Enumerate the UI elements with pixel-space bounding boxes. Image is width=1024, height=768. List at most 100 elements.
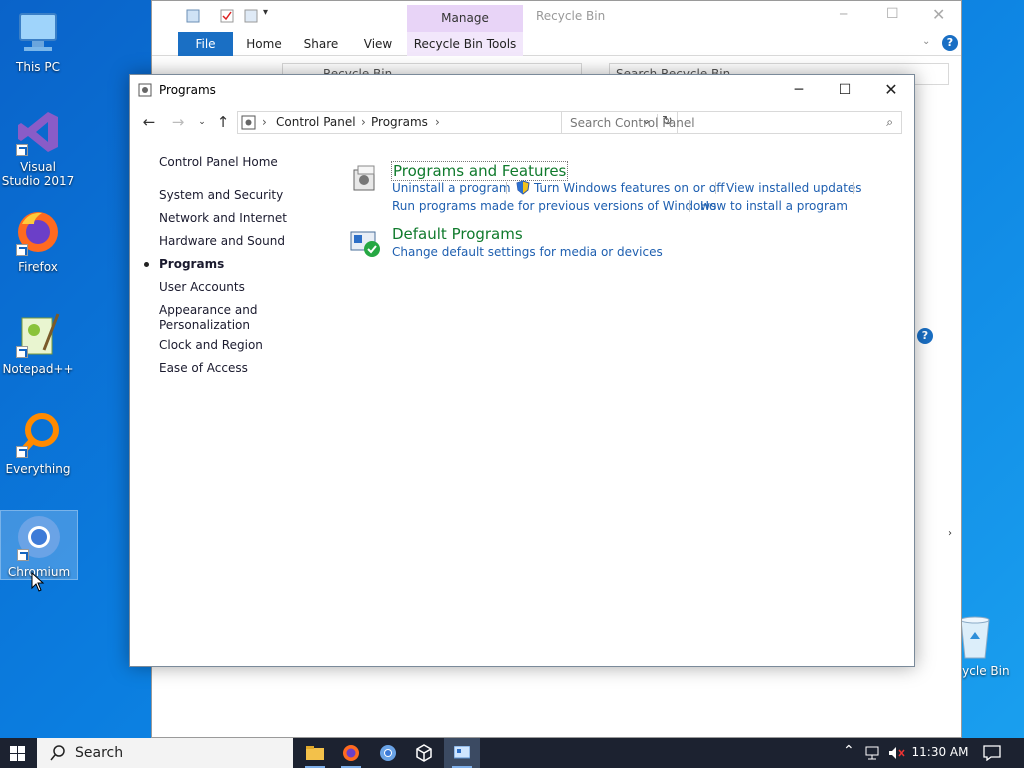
taskbar-chromium[interactable] <box>370 738 406 768</box>
explorer-titlebar: ▾ Recycle Bin Manage ─ ☐ ✕ <box>152 1 961 32</box>
new-folder-icon[interactable] <box>244 9 258 23</box>
nav-system-security[interactable]: System and Security <box>159 188 283 203</box>
nav-control-panel-home[interactable]: Control Panel Home <box>159 155 278 170</box>
link-compatibility[interactable]: Run programs made for previous versions … <box>392 199 716 213</box>
search-icon <box>50 745 65 761</box>
desktop-icon-this-pc[interactable]: This PC <box>0 8 76 74</box>
taskbar-search-box[interactable]: Search <box>37 738 293 768</box>
programs-features-icon <box>353 165 375 191</box>
properties-icon[interactable] <box>220 9 234 23</box>
shortcut-arrow-icon <box>16 446 28 458</box>
maximize-button[interactable]: ☐ <box>822 75 868 105</box>
control-panel-icon <box>454 746 470 759</box>
up-button[interactable]: ↑ <box>212 111 234 133</box>
notifications-icon[interactable] <box>983 745 1001 761</box>
network-icon[interactable] <box>865 746 881 760</box>
link-uninstall-program[interactable]: Uninstall a program <box>392 181 511 195</box>
help-icon[interactable]: ? <box>917 328 933 344</box>
nav-programs[interactable]: Programs <box>159 257 224 272</box>
nav-clock-region[interactable]: Clock and Region <box>159 338 263 353</box>
recent-locations-icon[interactable]: ⌄ <box>191 111 213 133</box>
manage-label: Manage <box>407 5 523 32</box>
window-title: Programs <box>159 83 216 97</box>
search-input[interactable]: Search Control Panel ⌕ <box>561 111 902 134</box>
link-change-defaults[interactable]: Change default settings for media or dev… <box>392 245 663 259</box>
this-pc-icon <box>14 8 62 56</box>
minimize-button[interactable]: ─ <box>776 75 822 105</box>
recycle-bin-icon <box>186 9 200 23</box>
taskbar-search-label: Search <box>75 745 124 761</box>
shortcut-arrow-icon <box>16 346 28 358</box>
nav-appearance[interactable]: Appearance and <box>159 303 257 318</box>
tab-share[interactable]: Share <box>298 32 344 56</box>
desktop-icon-label: This PC <box>16 60 60 74</box>
volume-muted-icon[interactable] <box>888 746 906 760</box>
explorer-title: Recycle Bin <box>536 9 606 23</box>
back-button[interactable]: ← <box>138 111 160 133</box>
taskbar-control-panel[interactable] <box>444 738 480 768</box>
scroll-right-icon[interactable]: › <box>948 528 952 539</box>
maximize-button[interactable]: ☐ <box>886 6 899 22</box>
control-panel-titlebar: Programs ─ ☐ ✕ <box>130 75 914 105</box>
show-hidden-icons[interactable]: ⌃ <box>843 743 855 759</box>
mouse-cursor-icon <box>31 572 45 592</box>
ribbon-tabs: File Home Share View Recycle Bin Tools ⌄… <box>152 32 961 56</box>
expand-ribbon-icon[interactable]: ⌄ <box>922 36 930 47</box>
shortcut-arrow-icon <box>16 244 28 256</box>
control-panel-icon <box>138 83 152 97</box>
tab-recycle-bin-tools[interactable]: Recycle Bin Tools <box>410 32 520 56</box>
file-explorer-icon <box>306 746 324 760</box>
desktop-icon-firefox[interactable]: Firefox <box>0 208 76 274</box>
tab-home[interactable]: Home <box>240 32 288 56</box>
shortcut-arrow-icon <box>17 549 29 561</box>
desktop-icon-visual-studio[interactable]: Visual Studio 2017 <box>0 108 76 188</box>
current-item-bullet <box>144 262 149 267</box>
breadcrumb-control-panel[interactable]: Control Panel <box>276 115 356 129</box>
desktop-icon-label: Visual Studio 2017 <box>1 160 75 188</box>
taskbar-firefox[interactable] <box>333 738 369 768</box>
forward-button[interactable]: → <box>167 111 189 133</box>
breadcrumb-programs[interactable]: Programs <box>371 115 428 129</box>
shortcut-arrow-icon <box>16 144 28 156</box>
visual-studio-icon <box>14 108 62 156</box>
taskbar: Search ⌃ 11:30 AM <box>0 738 1024 768</box>
windows-start-icon[interactable] <box>10 746 26 762</box>
tab-view[interactable]: View <box>356 32 400 56</box>
chromium-icon <box>15 513 63 561</box>
customize-quick-access-icon[interactable]: ▾ <box>263 7 268 18</box>
everything-icon <box>14 410 62 458</box>
link-windows-features[interactable]: Turn Windows features on or off <box>534 181 725 195</box>
control-panel-icon <box>241 115 256 130</box>
desktop-icon-notepadpp[interactable]: Notepad++ <box>0 310 76 376</box>
help-icon[interactable]: ? <box>942 35 958 51</box>
uac-shield-icon <box>516 180 530 195</box>
tab-file[interactable]: File <box>178 32 233 56</box>
desktop-icon-label: Everything <box>5 462 71 476</box>
section-title-programs-features[interactable]: Programs and Features <box>391 161 569 181</box>
notepadpp-icon <box>14 310 62 358</box>
desktop-icon-chromium[interactable]: Chromium <box>0 510 78 580</box>
nav-user-accounts[interactable]: User Accounts <box>159 280 245 295</box>
section-title-default-programs[interactable]: Default Programs <box>392 225 523 243</box>
taskbar-virtualbox[interactable] <box>406 738 442 768</box>
desktop-icon-everything[interactable]: Everything <box>0 410 76 476</box>
desktop-icon-label: Firefox <box>18 260 58 274</box>
close-button[interactable]: ✕ <box>868 75 914 105</box>
clock[interactable]: 11:30 AM <box>910 745 970 759</box>
nav-hardware-sound[interactable]: Hardware and Sound <box>159 234 285 249</box>
firefox-icon <box>343 745 359 761</box>
nav-ease-of-access[interactable]: Ease of Access <box>159 361 248 376</box>
chromium-icon <box>380 745 396 761</box>
link-how-to-install[interactable]: How to install a program <box>700 199 848 213</box>
default-programs-icon <box>350 231 380 257</box>
control-panel-window[interactable]: Programs ─ ☐ ✕ ← → ⌄ ↑ › Control Panel ›… <box>129 74 915 667</box>
taskbar-file-explorer[interactable] <box>297 738 333 768</box>
nav-personalization[interactable]: Personalization <box>159 318 250 333</box>
nav-network-internet[interactable]: Network and Internet <box>159 211 287 226</box>
firefox-icon <box>14 208 62 256</box>
close-button[interactable]: ✕ <box>932 5 945 24</box>
desktop-icon-label: Notepad++ <box>2 362 74 376</box>
search-icon[interactable]: ⌕ <box>886 115 893 130</box>
link-installed-updates[interactable]: View installed updates <box>726 181 862 195</box>
minimize-button[interactable]: ─ <box>840 7 847 21</box>
